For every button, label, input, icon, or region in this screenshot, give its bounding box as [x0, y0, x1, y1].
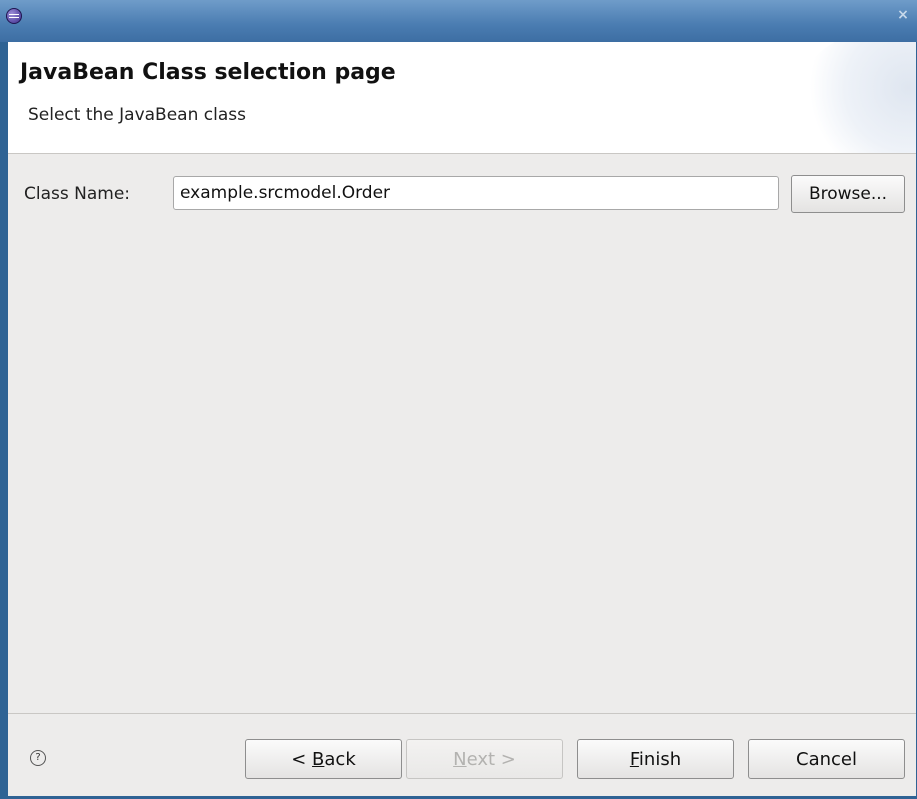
eclipse-app-icon	[6, 8, 22, 24]
back-button-mnemonic: B	[312, 748, 325, 770]
footer-divider	[8, 713, 916, 714]
class-name-input[interactable]	[173, 176, 779, 210]
next-button-mnemonic: N	[453, 748, 467, 770]
wizard-content: Class Name: Browse...	[8, 154, 916, 714]
back-button-label: ack	[324, 748, 356, 770]
class-name-label: Class Name:	[24, 184, 131, 204]
finish-button-label: inish	[638, 748, 682, 770]
wizard-dialog: × JavaBean Class selection page Select t…	[0, 0, 917, 799]
finish-button-mnemonic: F	[629, 748, 639, 770]
page-title: JavaBean Class selection page	[20, 60, 396, 85]
finish-button[interactable]: Finish	[577, 739, 734, 779]
back-button-prefix: <	[291, 748, 313, 770]
wizard-header: JavaBean Class selection page Select the…	[8, 42, 916, 154]
page-subtitle: Select the JavaBean class	[28, 105, 246, 125]
title-bar[interactable]: ×	[0, 0, 917, 42]
header-decoration	[796, 42, 916, 153]
browse-button[interactable]: Browse...	[791, 175, 905, 213]
help-icon[interactable]: ?	[30, 750, 46, 766]
next-button[interactable]: Next >	[406, 739, 563, 779]
next-button-label: ext >	[466, 748, 516, 770]
cancel-button[interactable]: Cancel	[748, 739, 905, 779]
back-button[interactable]: < Back	[245, 739, 402, 779]
close-icon[interactable]: ×	[895, 7, 911, 23]
